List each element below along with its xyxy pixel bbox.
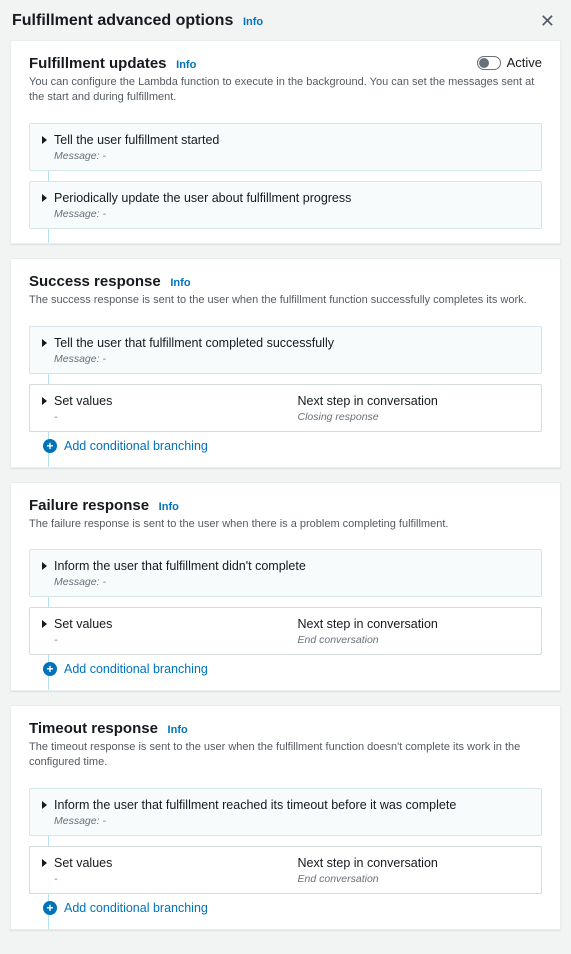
- set-values-sub: -: [54, 873, 274, 885]
- card-title: Tell the user fulfillment started: [54, 133, 219, 147]
- next-step-sub: End conversation: [298, 873, 530, 885]
- plus-icon: +: [43, 901, 57, 915]
- set-values-label: Set values: [54, 617, 112, 631]
- set-values-label: Set values: [54, 394, 112, 408]
- panel-description: You can configure the Lambda function to…: [29, 75, 542, 105]
- success-message-card[interactable]: Tell the user that fulfillment completed…: [29, 326, 542, 374]
- next-step-label: Next step in conversation: [298, 617, 438, 631]
- add-branch-label: Add conditional branching: [64, 662, 208, 676]
- card-subtitle: Message: -: [54, 815, 529, 827]
- timeout-message-card[interactable]: Inform the user that fulfillment reached…: [29, 788, 542, 836]
- card-title: Periodically update the user about fulfi…: [54, 191, 351, 205]
- card-subtitle: Message: -: [54, 576, 529, 588]
- card-title: Inform the user that fulfillment reached…: [54, 798, 456, 812]
- chevron-right-icon: [42, 194, 47, 202]
- chevron-right-icon: [42, 562, 47, 570]
- chevron-right-icon: [42, 136, 47, 144]
- chevron-right-icon: [42, 397, 47, 405]
- panel-timeout-response: Timeout response Info The timeout respon…: [10, 705, 561, 930]
- timeout-values-card[interactable]: Set values - Next step in conversation E…: [29, 846, 542, 894]
- info-link[interactable]: Info: [176, 59, 196, 71]
- panel-title: Fulfillment updates: [29, 55, 167, 72]
- add-conditional-branching-button[interactable]: + Add conditional branching: [43, 901, 542, 915]
- card-title: Inform the user that fulfillment didn't …: [54, 559, 306, 573]
- set-values-label: Set values: [54, 856, 112, 870]
- panel-description: The timeout response is sent to the user…: [29, 740, 542, 770]
- set-values-sub: -: [54, 634, 274, 646]
- panel-fulfillment-updates: Fulfillment updates Info Active You can …: [10, 40, 561, 244]
- info-link[interactable]: Info: [170, 277, 190, 289]
- card-subtitle: Message: -: [54, 150, 529, 162]
- chevron-right-icon: [42, 859, 47, 867]
- add-branch-label: Add conditional branching: [64, 901, 208, 915]
- add-conditional-branching-button[interactable]: + Add conditional branching: [43, 662, 542, 676]
- next-step-label: Next step in conversation: [298, 394, 438, 408]
- info-link[interactable]: Info: [243, 16, 263, 28]
- info-link[interactable]: Info: [159, 501, 179, 513]
- panel-description: The failure response is sent to the user…: [29, 517, 542, 532]
- failure-values-card[interactable]: Set values - Next step in conversation E…: [29, 607, 542, 655]
- close-icon[interactable]: ✕: [536, 10, 559, 32]
- panel-failure-response: Failure response Info The failure respon…: [10, 482, 561, 692]
- next-step-label: Next step in conversation: [298, 856, 438, 870]
- failure-message-card[interactable]: Inform the user that fulfillment didn't …: [29, 549, 542, 597]
- plus-icon: +: [43, 439, 57, 453]
- fulfillment-start-card[interactable]: Tell the user fulfillment started Messag…: [29, 123, 542, 171]
- page-header: Fulfillment advanced options Info ✕: [10, 10, 561, 40]
- add-conditional-branching-button[interactable]: + Add conditional branching: [43, 439, 542, 453]
- next-step-sub: End conversation: [298, 634, 530, 646]
- panel-title: Failure response: [29, 497, 149, 514]
- card-subtitle: Message: -: [54, 353, 529, 365]
- toggle-label: Active: [507, 55, 542, 70]
- panel-title: Success response: [29, 273, 161, 290]
- panel-title: Timeout response: [29, 720, 158, 737]
- active-toggle[interactable]: [477, 56, 501, 70]
- add-branch-label: Add conditional branching: [64, 439, 208, 453]
- plus-icon: +: [43, 662, 57, 676]
- chevron-right-icon: [42, 339, 47, 347]
- next-step-sub: Closing response: [298, 411, 530, 423]
- chevron-right-icon: [42, 620, 47, 628]
- set-values-sub: -: [54, 411, 274, 423]
- panel-description: The success response is sent to the user…: [29, 293, 542, 308]
- page-title: Fulfillment advanced options: [12, 12, 233, 29]
- card-subtitle: Message: -: [54, 208, 529, 220]
- chevron-right-icon: [42, 801, 47, 809]
- card-title: Tell the user that fulfillment completed…: [54, 336, 334, 350]
- success-values-card[interactable]: Set values - Next step in conversation C…: [29, 384, 542, 432]
- panel-success-response: Success response Info The success respon…: [10, 258, 561, 468]
- info-link[interactable]: Info: [168, 724, 188, 736]
- fulfillment-progress-card[interactable]: Periodically update the user about fulfi…: [29, 181, 542, 229]
